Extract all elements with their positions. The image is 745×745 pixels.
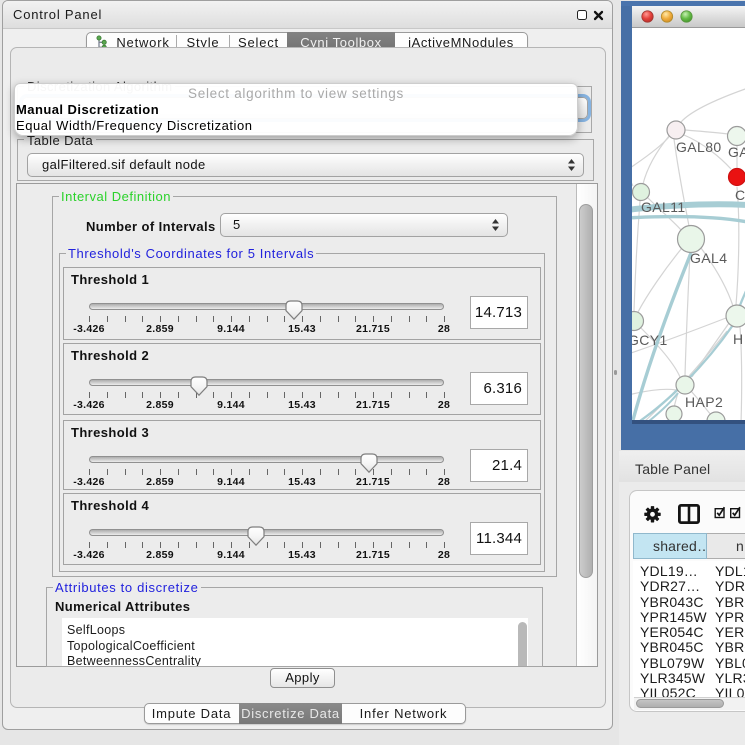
- svg-text:GAL4: GAL4: [690, 250, 727, 266]
- svg-text:GCY1: GCY1: [632, 332, 668, 348]
- svg-text:GAL80: GAL80: [676, 139, 722, 155]
- svg-text:HAP2: HAP2: [685, 394, 723, 410]
- svg-text:H: H: [733, 331, 744, 347]
- svg-text:C: C: [735, 187, 745, 203]
- svg-text:GA: GA: [728, 144, 745, 160]
- svg-text:GAL11: GAL11: [641, 199, 686, 215]
